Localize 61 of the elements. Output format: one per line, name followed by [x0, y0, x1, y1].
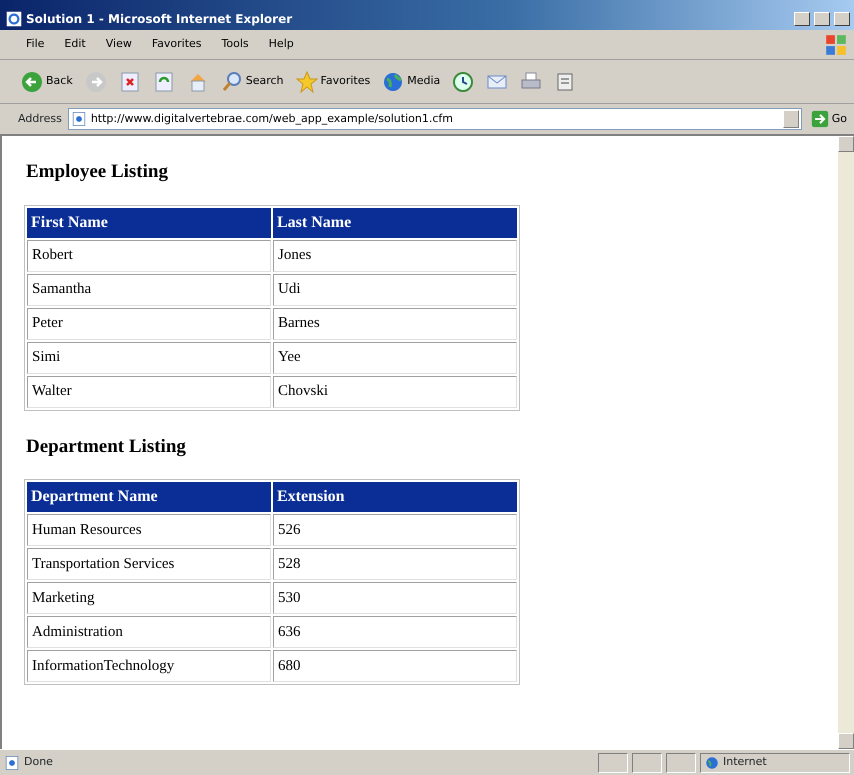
ie-logo-icon — [6, 11, 22, 27]
table-cell: Human Resources — [27, 514, 271, 546]
table-cell: Robert — [27, 240, 271, 272]
page-icon — [4, 754, 20, 770]
windows-logo-icon — [824, 32, 848, 56]
column-header: Department Name — [27, 482, 271, 512]
back-button[interactable]: Back — [18, 68, 76, 94]
menu-item[interactable]: Favorites — [144, 34, 210, 55]
stop-icon — [118, 70, 141, 92]
table-cell: 526 — [273, 514, 517, 546]
status-panel — [598, 752, 628, 772]
section-heading: Employee Listing — [26, 160, 169, 184]
go-button[interactable]: Go — [808, 108, 850, 130]
address-label: Address — [18, 110, 62, 127]
minimize-button[interactable] — [794, 12, 810, 26]
close-button[interactable] — [834, 12, 850, 26]
column-header: Extension — [273, 482, 517, 512]
table-cell: 528 — [273, 548, 517, 580]
menu-item[interactable]: Help — [260, 34, 302, 55]
table-cell: Administration — [27, 616, 271, 648]
refresh-icon — [152, 70, 175, 92]
media-button[interactable]: Media — [379, 68, 444, 94]
status-text: Done — [24, 754, 54, 770]
table-cell: Yee — [273, 342, 517, 374]
table-cell: InformationTechnology — [27, 650, 271, 682]
status-panel — [632, 752, 662, 772]
scrollbar[interactable] — [838, 136, 854, 749]
menu-item[interactable]: Tools — [214, 34, 257, 55]
maximize-button[interactable] — [814, 12, 830, 26]
status-panel — [666, 752, 696, 772]
table-cell: 530 — [273, 582, 517, 614]
table-cell: Peter — [27, 308, 271, 340]
window-title: Solution 1 - Microsoft Internet Explorer — [26, 11, 294, 28]
globe-icon — [705, 756, 719, 770]
table-cell: 680 — [273, 650, 517, 682]
favorites-button[interactable]: Favorites — [292, 68, 374, 94]
table-cell: Simi — [27, 342, 271, 374]
menu-item[interactable]: View — [98, 34, 140, 55]
address-bar[interactable]: http://www.digitalvertebrae.com/web_app_example/solution1.cfm — [68, 108, 802, 130]
table-cell: Chovski — [273, 376, 517, 408]
table-cell: Udi — [273, 274, 517, 306]
table-cell: Marketing — [27, 582, 271, 614]
page-icon — [70, 111, 87, 127]
table-cell: Walter — [27, 376, 271, 408]
dropdown-button[interactable] — [782, 110, 799, 128]
section-heading: Department Listing — [26, 434, 187, 458]
search-button[interactable]: Search — [218, 68, 287, 94]
menu-item[interactable]: File — [18, 34, 52, 55]
table-cell: 636 — [273, 616, 517, 648]
globe-icon — [382, 70, 404, 92]
menu-item[interactable]: Edit — [56, 34, 94, 55]
table-cell: Barnes — [273, 308, 517, 340]
table-cell: Transportation Services — [27, 548, 271, 580]
column-header: First Name — [27, 208, 271, 238]
clock-icon — [452, 70, 474, 92]
star-icon — [296, 70, 318, 92]
table-cell: Jones — [273, 240, 517, 272]
zone-text: Internet — [723, 754, 767, 770]
magnifier-icon — [220, 70, 243, 92]
table-cell: Samantha — [27, 274, 271, 306]
column-header: Last Name — [273, 208, 517, 238]
